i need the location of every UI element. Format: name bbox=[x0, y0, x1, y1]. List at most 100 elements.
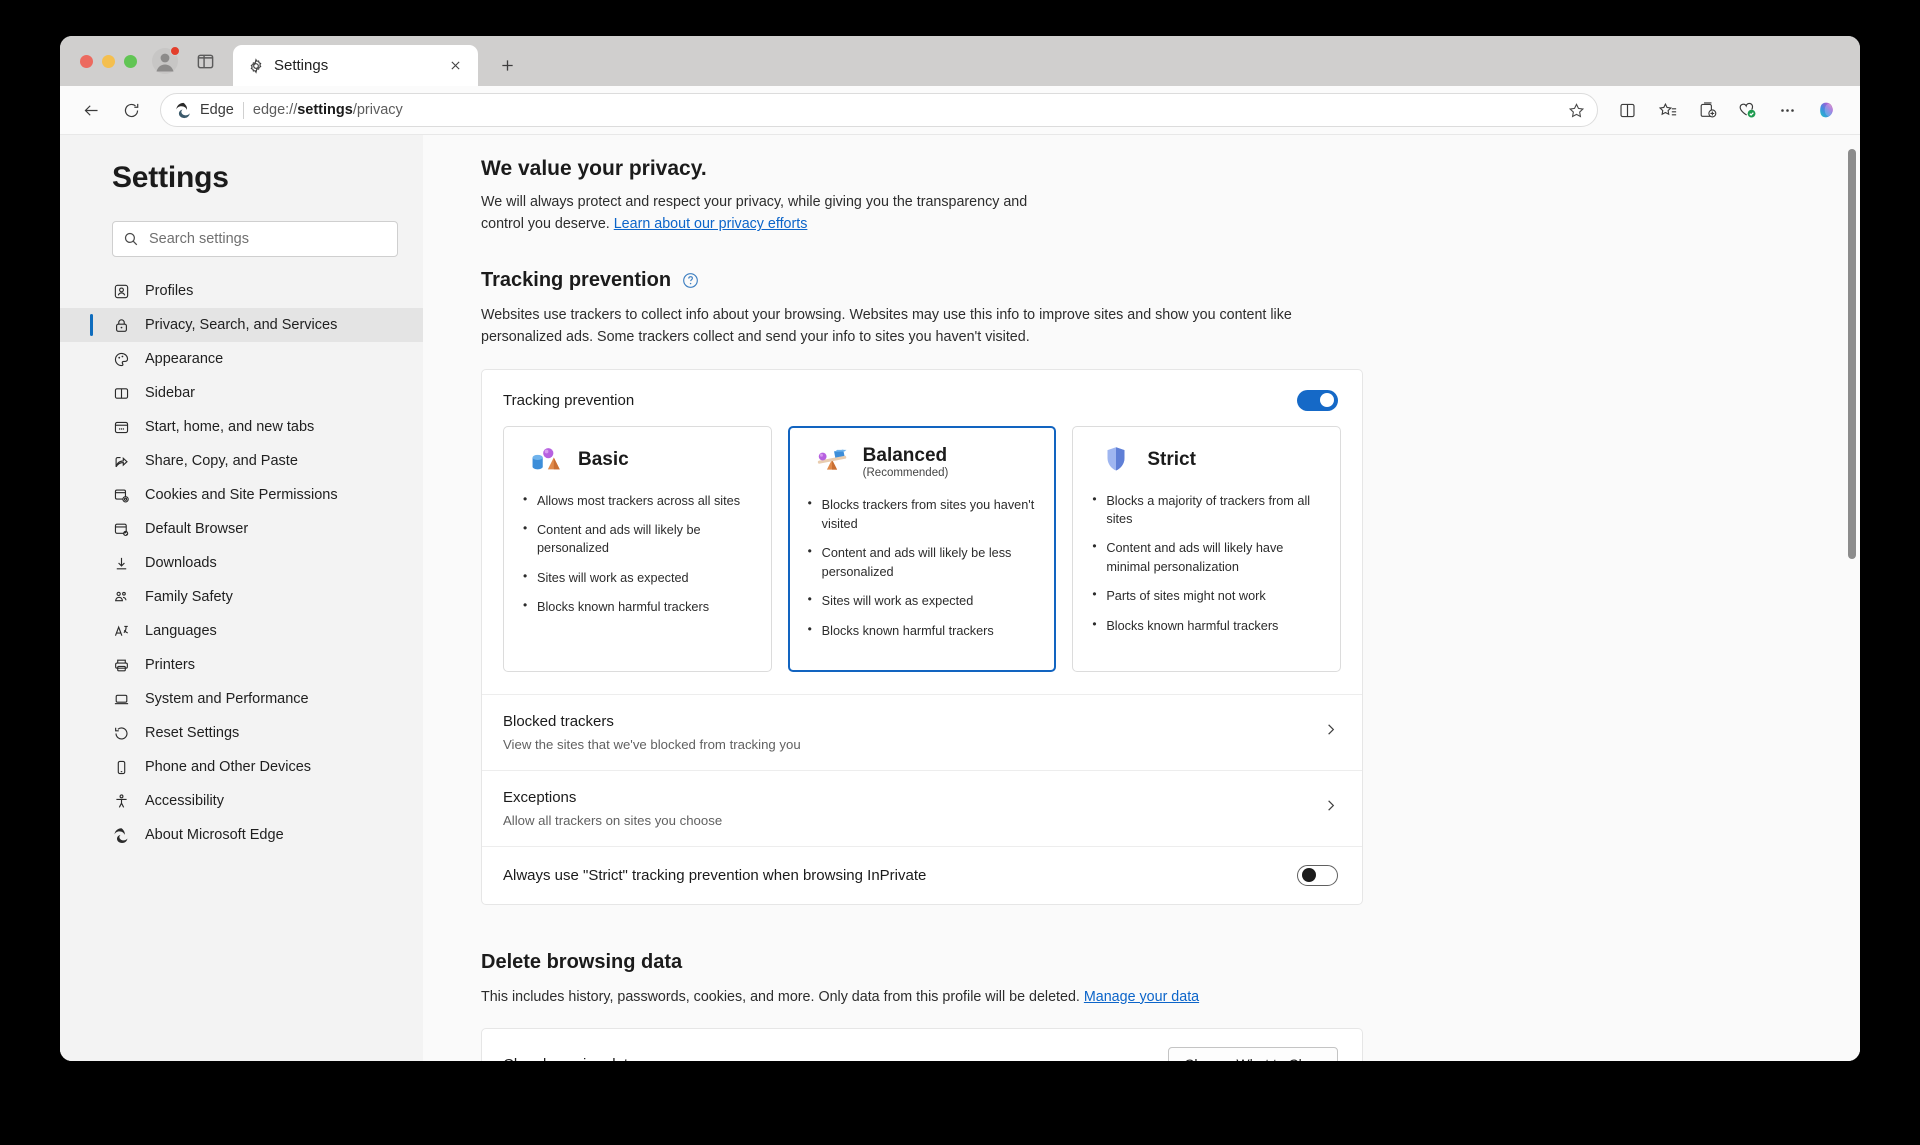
tracking-prevention-card: Tracking prevention Basic • Allows most … bbox=[481, 368, 1363, 905]
browser-essentials-button[interactable] bbox=[1728, 93, 1766, 127]
inprivate-strict-toggle[interactable] bbox=[1297, 864, 1338, 886]
gear-icon bbox=[250, 57, 262, 74]
tier-strict-bullets: Blocks a majority of trackers from all s… bbox=[1089, 491, 1324, 635]
laptop-icon bbox=[112, 690, 130, 708]
maximize-window-button[interactable] bbox=[124, 54, 137, 68]
browser-toolbar: Edge edge://settings/privacy bbox=[60, 86, 1860, 135]
tier-strict[interactable]: Strict Blocks a majority of trackers fro… bbox=[1072, 425, 1342, 672]
url-text: edge://settings/privacy bbox=[252, 102, 403, 118]
back-button[interactable] bbox=[72, 93, 110, 127]
sidebar-item-label: Appearance bbox=[145, 351, 224, 367]
tier-strict-title: Strict bbox=[1147, 448, 1196, 470]
chevron-right-icon bbox=[1323, 722, 1338, 742]
default-browser-icon bbox=[112, 520, 130, 538]
favorite-star-icon bbox=[1568, 102, 1584, 117]
window-dots-icon bbox=[112, 418, 130, 436]
manage-your-data-link[interactable]: Manage your data bbox=[1084, 989, 1199, 1005]
search-icon bbox=[124, 232, 138, 246]
sidebar-item-phone-and-other-devices[interactable]: Phone and Other Devices bbox=[60, 750, 423, 784]
sidebar-item-label: Accessibility bbox=[145, 793, 224, 809]
sidebar-item-label: Family Safety bbox=[145, 589, 233, 605]
sidebar-item-appearance[interactable]: Appearance bbox=[60, 342, 423, 376]
tracking-prevention-description: Websites use trackers to collect info ab… bbox=[481, 307, 1292, 346]
search-settings-field[interactable] bbox=[112, 221, 398, 257]
new-tab-button[interactable] bbox=[494, 52, 520, 78]
sidebar-item-privacy-search-and-services[interactable]: Privacy, Search, and Services bbox=[60, 308, 423, 342]
tier-bullet: Sites will work as expected bbox=[805, 591, 1040, 610]
window-traffic-lights bbox=[74, 36, 145, 86]
tier-balanced[interactable]: Balanced (Recommended) Blocks trackers f… bbox=[787, 425, 1057, 672]
tracking-prevention-tiers: Basic Allows most trackers across all si… bbox=[482, 417, 1362, 694]
sidebar-item-sidebar[interactable]: Sidebar bbox=[60, 376, 423, 410]
reload-button[interactable] bbox=[112, 93, 150, 127]
copilot-button[interactable] bbox=[1808, 93, 1846, 127]
tier-basic-bullets: Allows most trackers across all sites Co… bbox=[520, 491, 755, 617]
tier-basic-header: Basic bbox=[520, 445, 755, 475]
tier-bullet: Allows most trackers across all sites bbox=[520, 491, 755, 510]
sidebar-panel-button[interactable] bbox=[185, 36, 225, 86]
help-circle-icon[interactable] bbox=[682, 272, 699, 289]
tier-bullet: Blocks a majority of trackers from all s… bbox=[1089, 491, 1324, 529]
browser-tab-settings[interactable]: Settings bbox=[233, 45, 478, 86]
sidebar-item-default-browser[interactable]: Default Browser bbox=[60, 512, 423, 546]
sidebar-item-family-safety[interactable]: Family Safety bbox=[60, 580, 423, 614]
search-input[interactable] bbox=[149, 231, 387, 247]
page-scrollbar[interactable] bbox=[1848, 141, 1856, 1055]
close-icon bbox=[450, 61, 460, 70]
choose-what-to-clear-button[interactable]: Choose What to Clear bbox=[1168, 1047, 1338, 1061]
sidebar-item-cookies-and-site-permissions[interactable]: Cookies and Site Permissions bbox=[60, 478, 423, 512]
sidebar-item-system-and-performance[interactable]: System and Performance bbox=[60, 682, 423, 716]
chevron-right-icon bbox=[1323, 798, 1338, 818]
add-to-collections-icon bbox=[1700, 101, 1716, 117]
back-arrow-icon bbox=[84, 104, 98, 116]
tier-strict-header: Strict bbox=[1089, 445, 1324, 475]
tier-basic[interactable]: Basic Allows most trackers across all si… bbox=[503, 425, 772, 672]
browser-window: Settings Edge edge://settings/privacy Se… bbox=[60, 36, 1860, 1061]
exceptions-row[interactable]: Exceptions Allow all trackers on sites y… bbox=[482, 769, 1362, 846]
edge-brand-label: Edge bbox=[200, 102, 234, 118]
browser-essentials-icon bbox=[1739, 102, 1756, 118]
profile-avatar[interactable] bbox=[145, 36, 185, 86]
favorites-list-icon bbox=[1658, 102, 1676, 115]
sidebar-item-about-microsoft-edge[interactable]: About Microsoft Edge bbox=[60, 818, 423, 852]
more-options-button[interactable] bbox=[1768, 93, 1806, 127]
add-favorite-button[interactable] bbox=[1561, 95, 1591, 125]
privacy-efforts-link[interactable]: Learn about our privacy efforts bbox=[614, 216, 808, 232]
exceptions-title: Exceptions bbox=[503, 788, 577, 806]
sidebar-item-reset-settings[interactable]: Reset Settings bbox=[60, 716, 423, 750]
close-tab-button[interactable] bbox=[442, 53, 468, 79]
blocked-trackers-title: Blocked trackers bbox=[503, 712, 614, 730]
minimize-window-button[interactable] bbox=[102, 54, 115, 68]
sidebar-item-share-copy-and-paste[interactable]: Share, Copy, and Paste bbox=[60, 444, 423, 478]
close-window-button[interactable] bbox=[80, 54, 93, 68]
edge-brand: Edge bbox=[175, 102, 234, 119]
tracking-prevention-toggle[interactable] bbox=[1297, 389, 1338, 411]
favorites-button[interactable] bbox=[1648, 93, 1686, 127]
blocked-trackers-row[interactable]: Blocked trackers View the sites that we'… bbox=[482, 693, 1362, 770]
more-options-icon bbox=[1780, 108, 1794, 112]
collections-button[interactable] bbox=[1688, 93, 1726, 127]
sidebar-item-label: Privacy, Search, and Services bbox=[145, 317, 338, 333]
split-screen-icon bbox=[1619, 103, 1635, 117]
tracking-prevention-card-header: Tracking prevention bbox=[482, 370, 1362, 417]
sidebar-item-downloads[interactable]: Downloads bbox=[60, 546, 423, 580]
toggle-knob bbox=[1302, 868, 1316, 883]
sidebar-item-printers[interactable]: Printers bbox=[60, 648, 423, 682]
blocked-trackers-subtitle: View the sites that we've blocked from t… bbox=[503, 736, 801, 752]
address-bar[interactable]: Edge edge://settings/privacy bbox=[160, 93, 1598, 127]
scrollbar-thumb[interactable] bbox=[1848, 149, 1856, 559]
sidebar-item-profiles[interactable]: Profiles bbox=[60, 274, 423, 308]
sidebar-item-label: Cookies and Site Permissions bbox=[145, 487, 338, 503]
sidebar-item-languages[interactable]: Languages bbox=[60, 614, 423, 648]
toggle-knob bbox=[1320, 393, 1334, 408]
inprivate-strict-title: Always use "Strict" tracking prevention … bbox=[503, 866, 927, 884]
balance-scale-icon bbox=[815, 447, 849, 477]
inprivate-strict-row[interactable]: Always use "Strict" tracking prevention … bbox=[482, 845, 1362, 904]
delete-browsing-data-heading: Delete browsing data bbox=[481, 950, 683, 973]
printer-icon bbox=[112, 656, 130, 674]
tier-bullet: Blocks known harmful trackers bbox=[1089, 616, 1324, 635]
sidebar-item-start-home-and-new-tabs[interactable]: Start, home, and new tabs bbox=[60, 410, 423, 444]
split-screen-button[interactable] bbox=[1608, 93, 1646, 127]
sidebar-item-accessibility[interactable]: Accessibility bbox=[60, 784, 423, 818]
palette-icon bbox=[112, 350, 130, 368]
